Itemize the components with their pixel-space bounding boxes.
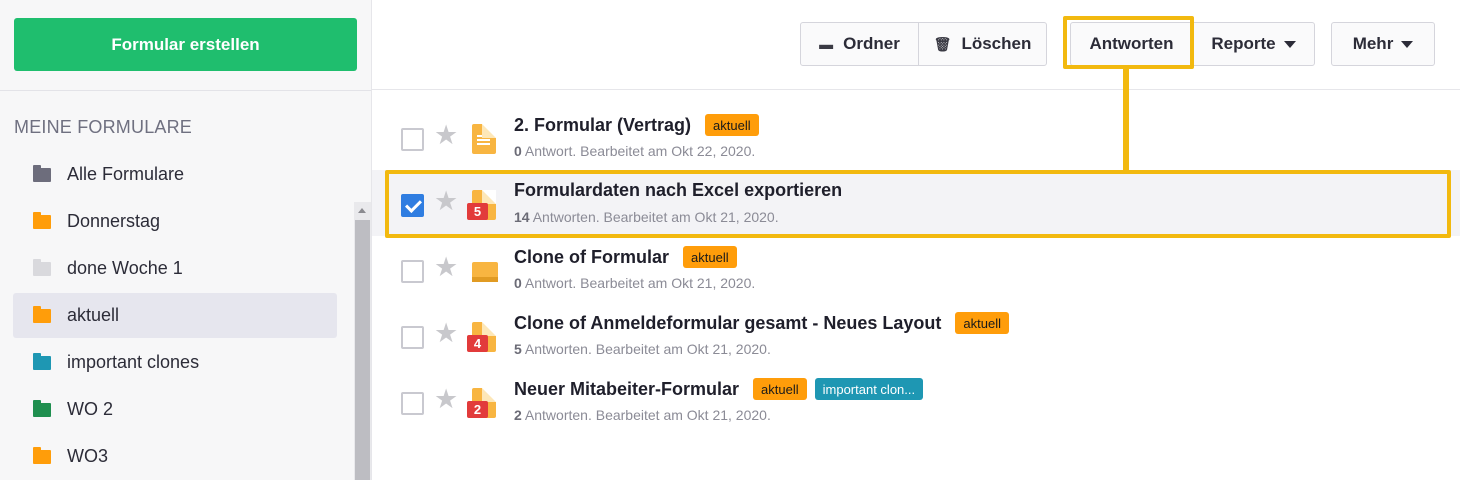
form-meta-text: Antworten. Bearbeitet am Okt 21, 2020. <box>521 341 771 357</box>
star-icon[interactable]: ★ <box>434 188 458 215</box>
sidebar-item-alle-formulare[interactable]: Alle Formulare <box>13 152 337 197</box>
form-meta: 14 Antworten. Bearbeitet am Okt 21, 2020… <box>514 209 779 225</box>
form-card-icon <box>472 262 498 282</box>
trash-icon: 🗑 <box>933 35 952 52</box>
more-dropdown-button[interactable]: Mehr <box>1331 22 1435 66</box>
form-row[interactable]: ★ 4 Clone of Anmeldeformular gesamt - Ne… <box>372 302 1460 368</box>
reports-dropdown-button[interactable]: Reporte <box>1192 22 1315 66</box>
folder-icon <box>33 211 51 229</box>
sidebar-item-wo-2[interactable]: WO 2 <box>13 387 337 432</box>
form-row[interactable]: ★ Clone of Formular aktuell 0 Antwort. B… <box>372 236 1460 302</box>
form-row[interactable]: ★ 2. Formular (Vertrag) aktuell 0 Antwor… <box>372 104 1460 170</box>
form-meta: 2 Antworten. Bearbeitet am Okt 21, 2020. <box>514 407 771 423</box>
form-meta-text: Antworten. Bearbeitet am Okt 21, 2020. <box>521 407 771 423</box>
tag-important-clones: important clon... <box>814 378 924 400</box>
delete-button-label: Löschen <box>961 34 1032 53</box>
folder-label: done Woche 1 <box>67 258 183 278</box>
sidebar-item-donnerstag[interactable]: Donnerstag <box>13 199 337 244</box>
sidebar-item-wo3[interactable]: WO3 <box>13 434 337 479</box>
create-form-button[interactable]: Formular erstellen <box>14 18 357 71</box>
folder-button[interactable]: ▬ Ordner <box>800 22 919 66</box>
tag-aktuell: aktuell <box>683 246 737 268</box>
folder-label: important clones <box>67 352 200 372</box>
folder-icon <box>33 258 51 276</box>
row-checkbox[interactable] <box>401 128 424 151</box>
sidebar-divider <box>0 90 371 91</box>
row-checkbox-checked[interactable] <box>401 194 424 217</box>
form-meta-text: Antworten. Bearbeitet am Okt 21, 2020. <box>529 209 779 225</box>
form-meta: 5 Antworten. Bearbeitet am Okt 21, 2020. <box>514 341 771 357</box>
response-count: 0 <box>514 143 522 159</box>
tag-aktuell: aktuell <box>705 114 759 136</box>
sidebar-item-done-woche-1[interactable]: done Woche 1 <box>13 246 337 291</box>
folder-label: WO 2 <box>67 399 114 419</box>
responses-button[interactable]: Antworten <box>1070 22 1193 66</box>
sidebar-scrollbar[interactable] <box>354 202 371 480</box>
row-checkbox[interactable] <box>401 326 424 349</box>
form-document-icon <box>472 124 496 154</box>
section-title: MEINE FORMULARE <box>14 117 193 137</box>
response-count: 2 <box>514 407 522 423</box>
form-title[interactable]: Clone of Anmeldeformular gesamt - Neues … <box>514 313 941 334</box>
form-title[interactable]: Formulardaten nach Excel exportieren <box>514 180 842 201</box>
folder-icon <box>33 446 51 464</box>
form-list: ★ 2. Formular (Vertrag) aktuell 0 Antwor… <box>372 104 1460 434</box>
scroll-thumb[interactable] <box>355 220 370 480</box>
folder-label: aktuell <box>67 305 120 325</box>
form-meta-text: Antwort. Bearbeitet am Okt 21, 2020. <box>521 275 756 291</box>
form-title[interactable]: Neuer Mitabeiter-Formular <box>514 379 739 400</box>
form-row-selected[interactable]: ★ 5 Formulardaten nach Excel exportieren… <box>372 170 1460 236</box>
chevron-down-icon <box>1401 40 1414 48</box>
new-responses-badge: 4 <box>467 335 488 352</box>
tag-aktuell: aktuell <box>753 378 807 400</box>
star-icon[interactable]: ★ <box>434 386 458 413</box>
response-count: 14 <box>514 209 530 225</box>
response-count: 5 <box>514 341 522 357</box>
folder-icon <box>33 305 51 323</box>
folder-icon <box>33 352 51 370</box>
row-checkbox[interactable] <box>401 260 424 283</box>
delete-button[interactable]: 🗑 Löschen <box>918 22 1047 66</box>
form-meta-text: Antwort. Bearbeitet am Okt 22, 2020. <box>521 143 756 159</box>
folder-icon <box>33 399 51 417</box>
star-icon[interactable]: ★ <box>434 320 458 347</box>
form-meta: 0 Antwort. Bearbeitet am Okt 21, 2020. <box>514 275 755 291</box>
responses-button-label: Antworten <box>1089 34 1174 53</box>
reports-button-label: Reporte <box>1211 34 1276 53</box>
form-title[interactable]: Clone of Formular <box>514 247 669 268</box>
response-count: 0 <box>514 275 522 291</box>
tag-aktuell: aktuell <box>955 312 1009 334</box>
form-meta: 0 Antwort. Bearbeitet am Okt 22, 2020. <box>514 143 755 159</box>
folder-list: Alle Formulare Donnerstag done Woche 1 a… <box>13 152 337 480</box>
sidebar-item-important-clones[interactable]: important clones <box>13 340 337 385</box>
sidebar: Formular erstellen MEINE FORMULARE Alle … <box>0 0 372 480</box>
chevron-down-icon <box>1283 40 1296 48</box>
more-button-label: Mehr <box>1352 34 1394 53</box>
form-row[interactable]: ★ 2 Neuer Mitabeiter-Formular aktuell im… <box>372 368 1460 434</box>
row-checkbox[interactable] <box>401 392 424 415</box>
new-responses-badge: 5 <box>467 203 488 220</box>
folder-label: Alle Formulare <box>67 164 185 184</box>
sidebar-item-aktuell[interactable]: aktuell <box>13 293 337 338</box>
folder-button-label: Ordner <box>843 34 900 53</box>
star-icon[interactable]: ★ <box>434 122 458 149</box>
folder-label: WO3 <box>67 446 109 466</box>
folder-icon <box>33 164 51 182</box>
new-responses-badge: 2 <box>467 401 488 418</box>
folder-icon: ▬ <box>819 36 834 52</box>
form-title[interactable]: 2. Formular (Vertrag) <box>514 115 691 136</box>
scroll-up-arrow-icon[interactable] <box>358 208 366 213</box>
app-window: Formular erstellen MEINE FORMULARE Alle … <box>0 0 1460 480</box>
folder-label: Donnerstag <box>67 211 161 231</box>
toolbar: ▬ Ordner 🗑 Löschen Antworten Reporte Meh… <box>372 0 1460 90</box>
star-icon[interactable]: ★ <box>434 254 458 281</box>
